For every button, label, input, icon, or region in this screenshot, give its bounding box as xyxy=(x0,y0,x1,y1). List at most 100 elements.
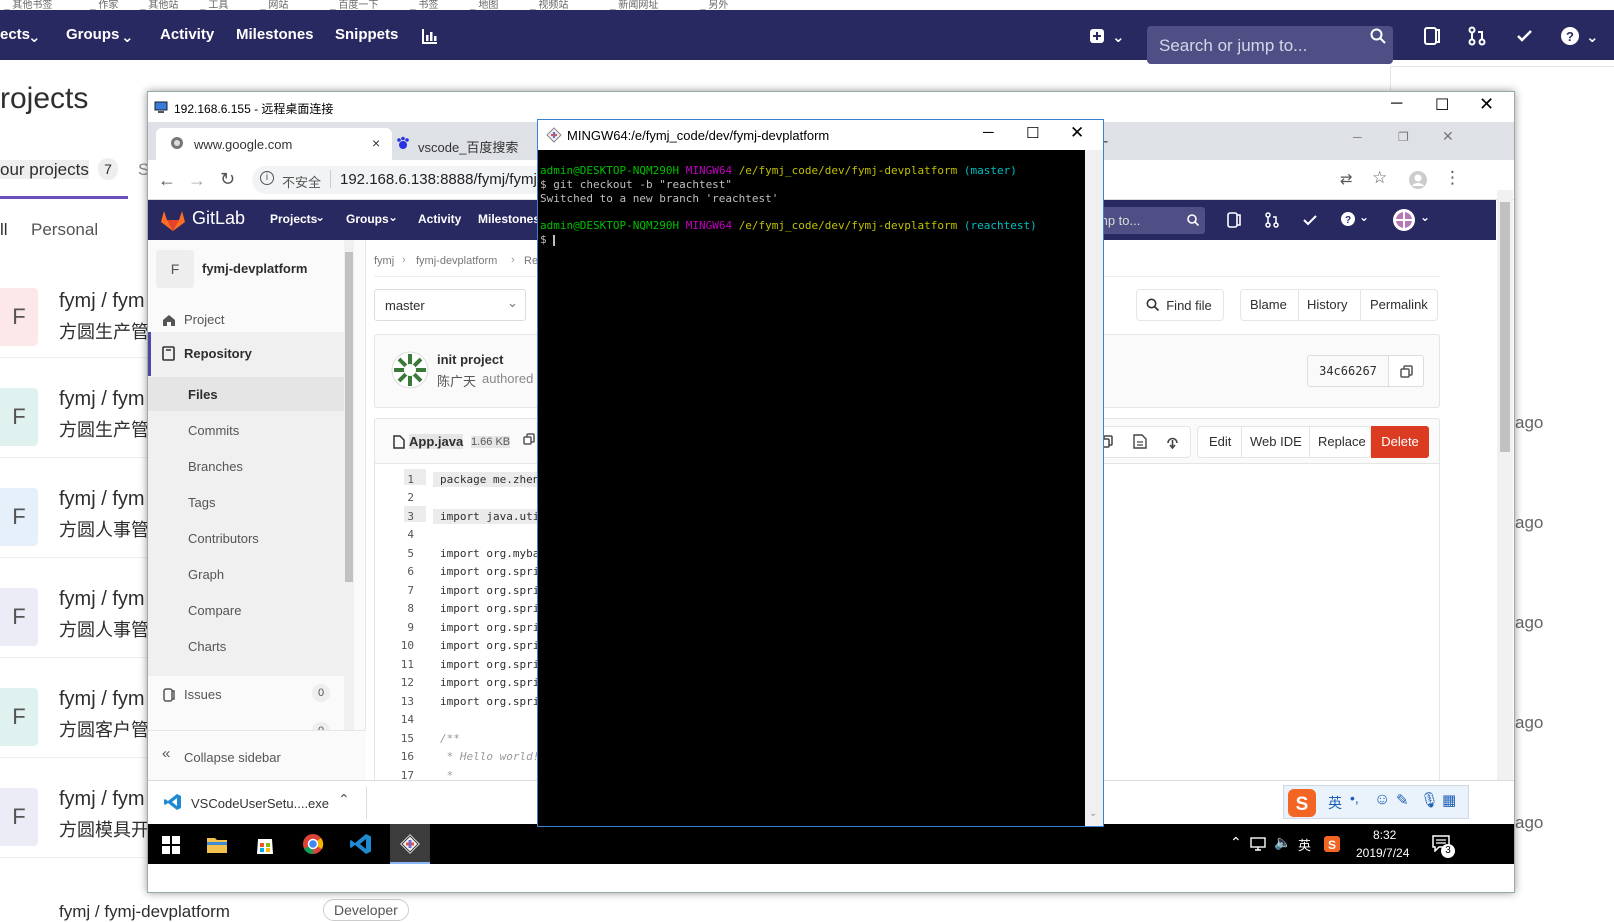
copy-sha-button[interactable] xyxy=(1388,355,1424,387)
plus-square-icon[interactable] xyxy=(1089,28,1105,44)
project-name[interactable]: fymj / fym xyxy=(59,388,145,411)
menu-icon[interactable]: ⋮ xyxy=(1444,168,1461,188)
list-item[interactable]: Ffymj / fym 方圆人事管 xyxy=(0,458,150,558)
project-name[interactable]: fymj / fym xyxy=(59,788,145,811)
chrome-close-button[interactable]: ✕ xyxy=(1442,128,1454,145)
help-icon[interactable]: ? xyxy=(1340,211,1356,227)
close-button[interactable]: ✕ xyxy=(1479,94,1494,115)
terminal-screen[interactable]: admin@DESKTOP-NQM290H MINGW64 /e/fymj_co… xyxy=(538,150,1085,826)
todo-icon[interactable] xyxy=(1515,26,1535,46)
chrome-minimize-button[interactable]: ─ xyxy=(1353,130,1362,144)
line-number[interactable]: 7 xyxy=(396,584,414,597)
terminal-scrollbar[interactable]: ⌄ xyxy=(1085,150,1103,826)
delete-button[interactable]: Delete xyxy=(1371,426,1429,458)
punctuation-icon[interactable]: •, xyxy=(1350,790,1359,806)
line-number[interactable]: 8 xyxy=(396,602,414,615)
tray-ime[interactable]: 英 xyxy=(1298,835,1311,854)
branch-select[interactable]: master ⌄ xyxy=(374,289,526,321)
bookmark[interactable]: _ 作家 xyxy=(90,0,118,10)
edit-button[interactable]: Edit xyxy=(1209,434,1231,449)
line-number[interactable]: 12 xyxy=(396,676,414,689)
omnibox[interactable]: i 不安全 192.168.6.138:8888/fymj/fymj xyxy=(252,166,552,194)
project-name[interactable]: fymj-devplatform xyxy=(202,261,307,276)
nav-groups[interactable]: Groups xyxy=(66,26,119,43)
nav-milestones[interactable]: Milestones xyxy=(478,212,540,226)
sidebar-item-project[interactable]: Project xyxy=(184,312,224,327)
line-number[interactable]: 5 xyxy=(396,547,414,560)
commit-author[interactable]: 陈广天 xyxy=(437,371,476,390)
list-item[interactable]: Ffymj / fym 方圆生产管 xyxy=(0,258,150,358)
line-number[interactable]: 2 xyxy=(396,491,414,504)
project-name[interactable]: fymj / fym xyxy=(59,290,145,313)
bookmark[interactable]: _ 书签 xyxy=(410,0,438,10)
line-number[interactable]: 17 xyxy=(396,769,414,780)
chart-icon[interactable] xyxy=(421,27,439,45)
emoji-icon[interactable]: ☺ xyxy=(1374,791,1390,809)
line-number[interactable]: 6 xyxy=(396,565,414,578)
bookmark[interactable]: _ 新闻网址 xyxy=(610,0,658,10)
tab-vscode-search[interactable]: vscode_百度搜索 xyxy=(418,137,518,156)
line-number[interactable]: 11 xyxy=(396,658,414,671)
copy-icon[interactable] xyxy=(523,433,535,445)
close-icon[interactable]: × xyxy=(372,135,380,151)
bookmark[interactable]: _ 地图 xyxy=(470,0,498,10)
nav-groups[interactable]: Groups xyxy=(346,212,389,226)
minimize-button[interactable]: ─ xyxy=(1391,95,1402,113)
merge-request-icon[interactable] xyxy=(1467,26,1487,46)
page-scrollbar[interactable] xyxy=(1497,190,1513,780)
raw-file-icon[interactable] xyxy=(1133,434,1147,449)
list-item[interactable]: Ffymj / fym 方圆客户管 xyxy=(0,658,150,758)
download-filename[interactable]: VSCodeUserSetu....exe xyxy=(191,796,329,811)
close-button[interactable]: ✕ xyxy=(1070,123,1084,143)
reload-button[interactable]: ↻ xyxy=(220,169,235,190)
info-icon[interactable]: i xyxy=(260,171,274,185)
toolbox-icon[interactable]: ▦ xyxy=(1442,791,1456,809)
line-number[interactable]: 1 xyxy=(396,473,414,486)
breadcrumb-group[interactable]: fymj xyxy=(374,255,394,267)
help-icon[interactable]: ? xyxy=(1560,26,1580,46)
network-icon[interactable] xyxy=(1250,837,1266,851)
bookmark[interactable]: _ 视频站 xyxy=(530,0,568,10)
list-item[interactable]: Ffymj / fym 方圆生产管 xyxy=(0,358,150,458)
git-bash-taskbar-item[interactable] xyxy=(390,824,430,864)
star-icon[interactable]: ☆ xyxy=(1372,168,1387,188)
clock-date[interactable]: 2019/7/24 xyxy=(1356,846,1409,860)
chrome-icon[interactable] xyxy=(302,833,324,855)
sogou-logo-icon[interactable]: S xyxy=(1287,788,1317,818)
permalink-button[interactable]: Permalink xyxy=(1370,297,1428,312)
download-icon[interactable] xyxy=(1165,434,1180,449)
gitlab-brand[interactable]: GitLab xyxy=(192,208,245,229)
forward-button[interactable]: → xyxy=(188,170,206,191)
back-button[interactable]: ← xyxy=(158,170,176,191)
commit-sha[interactable]: 34c66267 xyxy=(1307,355,1389,387)
maximize-button[interactable]: ☐ xyxy=(1435,95,1449,115)
bookmark[interactable]: _ 另外 xyxy=(700,0,728,10)
chevron-down-icon[interactable]: ⌄ xyxy=(1089,808,1097,819)
line-number[interactable]: 3 xyxy=(396,510,414,523)
author-avatar[interactable] xyxy=(391,351,429,389)
nav-activity[interactable]: Activity xyxy=(418,212,461,226)
sogou-tray-icon[interactable]: S xyxy=(1324,836,1340,852)
volume-icon[interactable]: 🔈 xyxy=(1274,834,1291,851)
bookmark[interactable]: _ 其他站 xyxy=(140,0,178,10)
chrome-restore-button[interactable]: ❐ xyxy=(1398,130,1409,144)
windows-start-icon[interactable] xyxy=(162,836,180,854)
line-number[interactable]: 16 xyxy=(396,750,414,763)
translate-icon[interactable]: ⇄ xyxy=(1340,170,1353,188)
line-number[interactable]: 13 xyxy=(396,695,414,708)
filter-personal[interactable]: Personal xyxy=(31,220,98,240)
line-number[interactable]: 14 xyxy=(396,713,414,726)
line-number[interactable]: 4 xyxy=(396,528,414,541)
chevron-up-icon[interactable]: ⌃ xyxy=(338,791,350,808)
gitlab-logo-icon[interactable] xyxy=(160,208,186,232)
commit-message[interactable]: init project xyxy=(437,352,503,367)
project-name[interactable]: fymj / fymj-devplatform xyxy=(59,902,230,922)
sidebar-item-files[interactable]: Files xyxy=(188,387,218,402)
line-number[interactable]: 10 xyxy=(396,639,414,652)
blame-button[interactable]: Blame xyxy=(1250,297,1287,312)
tab-your-projects[interactable]: our projects xyxy=(0,160,89,180)
project-name[interactable]: fymj / fym xyxy=(59,688,145,711)
sidebar-item-repository[interactable]: Repository xyxy=(148,332,344,376)
store-icon[interactable] xyxy=(254,833,276,855)
minimize-button[interactable]: ─ xyxy=(983,124,994,141)
